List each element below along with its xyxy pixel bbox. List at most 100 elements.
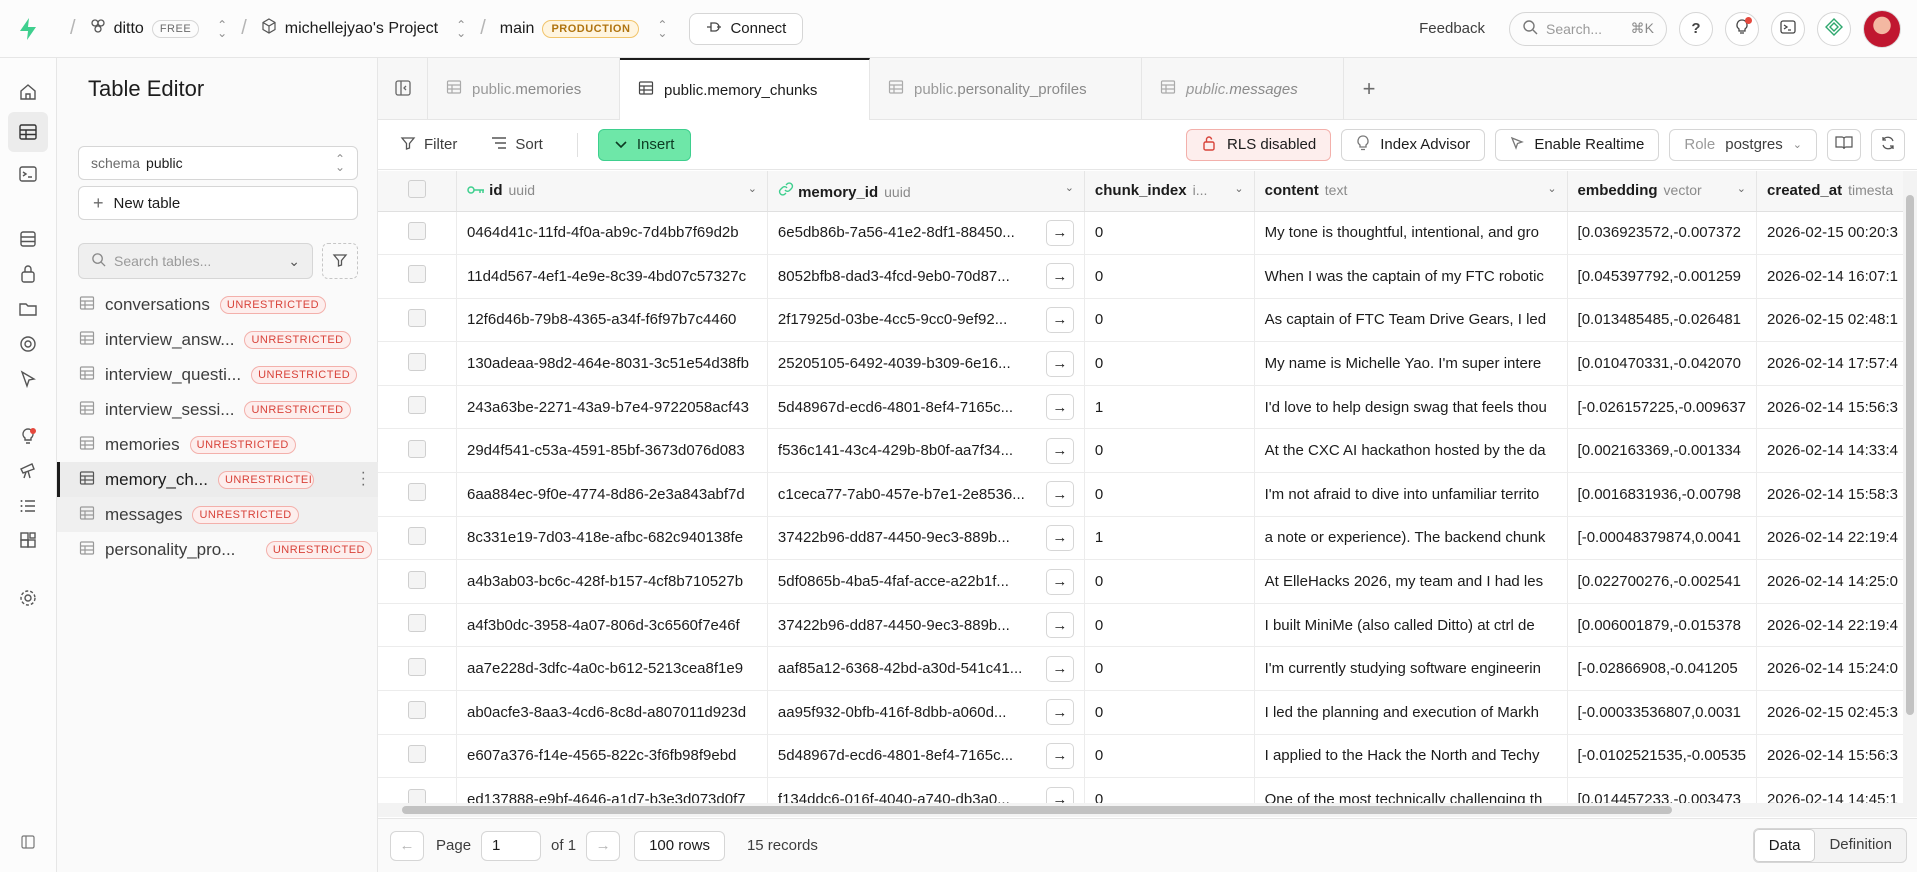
database-icon[interactable] <box>8 219 48 259</box>
project-selector[interactable]: michellejyao's Project ⌃ ⌄ <box>261 18 466 39</box>
row-select-cell[interactable] <box>378 559 457 604</box>
embedding-cell[interactable]: [0.036923572,-0.007372 <box>1567 211 1758 256</box>
column-header-chunk-index[interactable]: chunk_index i... ⌄ <box>1084 171 1255 212</box>
row-select-cell[interactable] <box>378 385 457 430</box>
realtime-icon[interactable] <box>8 359 48 399</box>
embedding-cell[interactable]: [0.022700276,-0.002541 <box>1567 559 1758 604</box>
chevron-down-icon[interactable]: ⌄ <box>1737 182 1746 195</box>
embedding-cell[interactable]: [-0.00048379874,0.0041 <box>1567 516 1758 561</box>
chunk-index-cell[interactable]: 0 <box>1084 777 1255 803</box>
row-select-cell[interactable] <box>378 777 457 803</box>
chevron-down-icon[interactable]: ⌄ <box>1547 182 1556 195</box>
content-cell[interactable]: My name is Michelle Yao. I'm super inter… <box>1254 341 1568 386</box>
id-cell[interactable]: e607a376-f14e-4565-822c-3f6fb98f9ebd <box>456 734 768 779</box>
global-search[interactable]: Search... ⌘K <box>1509 11 1667 46</box>
scrollbar-thumb[interactable] <box>402 806 1672 814</box>
select-all-checkbox[interactable] <box>408 179 426 198</box>
created-at-cell[interactable]: 2026-02-14 14:25:0 <box>1756 559 1917 604</box>
connect-button[interactable]: Connect <box>689 12 804 45</box>
tab-memory-chunks[interactable]: public.memory_chunks <box>620 58 870 120</box>
memory-id-cell[interactable]: f536c141-43c4-429b-8b0f-aa7f34... → <box>767 428 1085 474</box>
content-cell[interactable]: As captain of FTC Team Drive Gears, I le… <box>1254 298 1568 343</box>
created-at-cell[interactable]: 2026-02-14 17:57:4 <box>1756 341 1917 386</box>
id-cell[interactable]: a4b3ab03-bc6c-428f-b157-4cf8b710527b <box>456 559 768 604</box>
id-cell[interactable]: ed137888-e9bf-4646-a1d7-b3e3d073d0f7 <box>456 777 768 803</box>
column-header-id[interactable]: id uuid ⌄ <box>456 171 768 212</box>
content-cell[interactable]: At ElleHacks 2026, my team and I had les <box>1254 559 1568 604</box>
id-cell[interactable]: aa7e228d-3dfc-4a0c-b612-5213cea8f1e9 <box>456 646 768 692</box>
definition-toggle-button[interactable] <box>1827 128 1861 161</box>
chunk-index-cell[interactable]: 0 <box>1084 298 1255 343</box>
column-header-content[interactable]: content text ⌄ <box>1254 171 1568 212</box>
collapse-icon[interactable] <box>8 822 48 862</box>
refresh-button[interactable] <box>1871 128 1905 161</box>
page-input[interactable]: 1 <box>481 830 542 861</box>
row-checkbox[interactable] <box>408 439 426 458</box>
row-checkbox[interactable] <box>408 265 426 284</box>
id-cell[interactable]: 6aa884ec-9f0e-4774-8d86-2e3a843abf7d <box>456 472 768 517</box>
column-header-embedding[interactable]: embedding vector ⌄ <box>1567 171 1758 212</box>
id-cell[interactable]: 11d4d567-4ef1-4e9e-8c39-4bd07c57327c <box>456 254 768 299</box>
table-item-personality-profiles[interactable]: personality_pro... UNRESTRICTED <box>57 532 378 567</box>
rls-disabled-button[interactable]: RLS disabled <box>1186 128 1332 161</box>
chunk-index-cell[interactable]: 0 <box>1084 646 1255 692</box>
created-at-cell[interactable]: 2026-02-14 15:56:3 <box>1756 385 1917 430</box>
sql-editor-icon[interactable] <box>8 154 48 194</box>
memory-id-cell[interactable]: aaf85a12-6368-42bd-a30d-541c41... → <box>767 646 1085 692</box>
content-cell[interactable]: At the CXC AI hackathon hosted by the da <box>1254 428 1568 474</box>
row-select-cell[interactable] <box>378 341 457 386</box>
vertical-scrollbar[interactable] <box>1903 171 1917 803</box>
terminal-button[interactable] <box>1771 11 1805 46</box>
table-search-input[interactable]: Search tables... ⌄ <box>78 243 313 279</box>
chunk-index-cell[interactable]: 0 <box>1084 690 1255 735</box>
table-row[interactable]: 12f6d46b-79b8-4365-a34f-f6f97b7c4460 2f17… <box>378 298 1917 343</box>
arrow-right-icon[interactable]: → <box>1045 263 1074 290</box>
memory-id-cell[interactable]: 5d48967d-ecd6-4801-8ef4-7165c... → <box>767 385 1085 430</box>
table-row[interactable]: 0464d41c-11fd-4f0a-ab9c-7d4bb7f69d2b 6e5d… <box>378 211 1917 256</box>
arrow-right-icon[interactable]: → <box>1045 524 1074 551</box>
home-icon[interactable] <box>8 72 48 112</box>
table-row[interactable]: 6aa884ec-9f0e-4774-8d86-2e3a843abf7d c1ce… <box>378 472 1917 517</box>
row-checkbox[interactable] <box>408 526 426 545</box>
row-select-cell[interactable] <box>378 646 457 692</box>
memory-id-cell[interactable]: 5d48967d-ecd6-4801-8ef4-7165c... → <box>767 734 1085 779</box>
role-selector[interactable]: Role postgres ⌄ <box>1669 128 1817 161</box>
auth-icon[interactable] <box>8 254 48 294</box>
created-at-cell[interactable]: 2026-02-14 15:56:3 <box>1756 734 1917 779</box>
chunk-index-cell[interactable]: 0 <box>1084 559 1255 604</box>
arrow-right-icon[interactable]: → <box>1045 568 1074 595</box>
chevron-down-icon[interactable]: ⌄ <box>1065 181 1074 194</box>
content-cell[interactable]: I applied to the Hack the North and Tech… <box>1254 734 1568 779</box>
arrow-right-icon[interactable]: → <box>1045 394 1074 421</box>
content-cell[interactable]: One of the most technically challenging … <box>1254 777 1568 803</box>
whats-new-button[interactable] <box>1725 11 1759 46</box>
created-at-cell[interactable]: 2026-02-14 14:33:4 <box>1756 428 1917 474</box>
row-checkbox[interactable] <box>408 221 426 240</box>
table-item-messages[interactable]: messages UNRESTRICTED <box>57 497 378 532</box>
arrow-right-icon[interactable]: → <box>1045 786 1074 803</box>
table-row[interactable]: a4f3b0dc-3958-4a07-806d-3c6560f7e46f 3742… <box>378 603 1917 648</box>
reports-icon[interactable] <box>8 451 48 491</box>
branch-selector[interactable]: main PRODUCTION ⌃ ⌄ <box>500 19 668 39</box>
table-item-memories[interactable]: memories UNRESTRICTED <box>57 427 378 462</box>
column-header-memory-id[interactable]: memory_id uuid ⌄ <box>767 171 1085 212</box>
arrow-right-icon[interactable]: → <box>1045 437 1074 464</box>
chunk-index-cell[interactable]: 0 <box>1084 472 1255 517</box>
arrow-right-icon[interactable]: → <box>1045 612 1074 639</box>
integrations-icon[interactable] <box>8 521 48 561</box>
row-select-cell[interactable] <box>378 472 457 517</box>
next-page-button[interactable]: → <box>586 830 621 861</box>
settings-icon[interactable] <box>8 578 48 618</box>
table-editor-icon[interactable] <box>8 112 48 152</box>
content-cell[interactable]: I'm not afraid to dive into unfamiliar t… <box>1254 472 1568 517</box>
chunk-index-cell[interactable]: 1 <box>1084 385 1255 430</box>
tab-messages[interactable]: public.messages <box>1142 58 1344 120</box>
created-at-cell[interactable]: 2026-02-14 22:19:4 <box>1756 603 1917 648</box>
memory-id-cell[interactable]: aa95f932-0bfb-416f-8dbb-a060d... → <box>767 690 1085 735</box>
row-select-cell[interactable] <box>378 211 457 256</box>
table-row[interactable]: 29d4f541-c53a-4591-85bf-3673d076d083 f536… <box>378 428 1917 474</box>
chunk-index-cell[interactable]: 0 <box>1084 734 1255 779</box>
memory-id-cell[interactable]: 8052bfb8-dad3-4fcd-9eb0-70d87... → <box>767 254 1085 299</box>
created-at-cell[interactable]: 2026-02-15 02:48:1 <box>1756 298 1917 343</box>
definition-view-button[interactable]: Definition <box>1815 829 1906 862</box>
